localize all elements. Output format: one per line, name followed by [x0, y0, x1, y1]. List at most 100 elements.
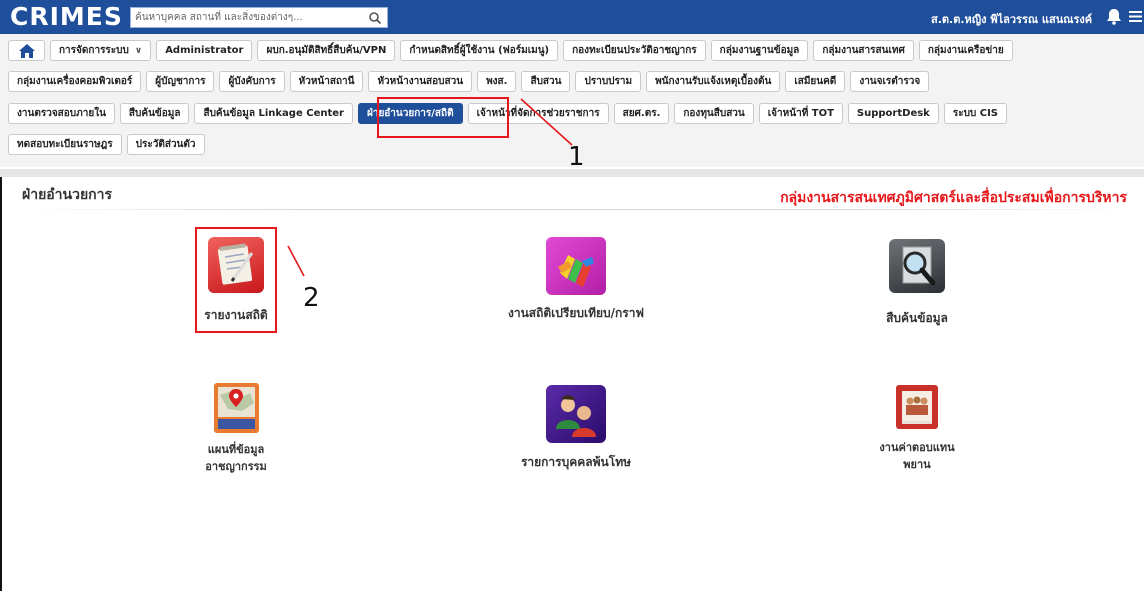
nav-row-2: กลุ่มงานเครื่องคอมพิวเตอร์ ผู้บัญชาการ ผู้…	[8, 71, 930, 92]
nav-button[interactable]: หัวหน้างานสอบสวน	[368, 71, 473, 92]
home-icon	[18, 43, 35, 58]
nav-button-label: หัวหน้าสถานี	[298, 76, 355, 87]
title-rule	[22, 209, 1132, 210]
tile-search-data[interactable]: สืบค้นข้อมูล	[862, 239, 972, 328]
nav-button[interactable]: เจ้าหน้าที่จัดการช่วยราชการ	[467, 103, 609, 124]
user-name[interactable]: ส.ต.ต.หญิง พิไลวรรณ แสนณรงค์	[931, 10, 1092, 28]
nav-button-label: เจ้าหน้าที่ TOT	[767, 108, 834, 119]
nav-button[interactable]: ฝ่ายอำนวยการ/สถิติ	[357, 103, 463, 124]
nav-button[interactable]: ทดสอบทะเบียนราษฎร	[8, 134, 122, 155]
nav-button[interactable]: เสมียนคดี	[785, 71, 846, 92]
nav-button-label: กลุ่มงานเครือข่าย	[927, 45, 1004, 56]
home-button[interactable]	[8, 40, 45, 61]
nav-button[interactable]: เจ้าหน้าที่ TOT	[758, 103, 843, 124]
tile-crime-map[interactable]: แผนที่ข้อมูล อาชญากรรม	[192, 383, 280, 475]
bell-icon[interactable]	[1106, 8, 1122, 25]
tile-statistics-report[interactable]: รายงานสถิติ	[196, 237, 276, 325]
nav-button[interactable]: หัวหน้าสถานี	[289, 71, 364, 92]
hamburger-menu-icon[interactable]	[1129, 10, 1142, 23]
tile-label[interactable]: งานค่าตอบแทน พยาน	[879, 439, 954, 473]
nav-button[interactable]: ผู้บัญชาการ	[146, 71, 215, 92]
nav-button-label: ปราบปราม	[584, 76, 633, 87]
tile-label[interactable]: รายงานสถิติ	[204, 306, 267, 325]
nav-button-label: เสมียนคดี	[794, 76, 837, 87]
nav-button-label: หัวหน้างานสอบสวน	[377, 76, 464, 87]
nav-button-label: กำหนดสิทธิ์ผู้ใช้งาน (ฟอร์มเมนู)	[409, 45, 550, 56]
tile-label[interactable]: รายการบุคคลพ้นโทษ	[521, 453, 631, 472]
top-bar: CRIMES ส.ต.ต.หญิง พิไลวรรณ แสนณรงค์	[0, 0, 1144, 34]
tile-label[interactable]: แผนที่ข้อมูล อาชญากรรม	[205, 441, 267, 475]
nav-row-1: การจัดการระบบ ∨ Administrator ผบก.อนุมัติสิ…	[8, 40, 1013, 61]
nav-button[interactable]: การจัดการระบบ ∨	[50, 40, 152, 61]
released-persons-icon	[546, 385, 606, 443]
callout-number-2: 2	[303, 283, 320, 313]
nav-button[interactable]: งานจเรตำรวจ	[850, 71, 930, 92]
nav-button-label: ผบก.อนุมัติสิทธิ์สืบค้น/VPN	[266, 45, 387, 56]
witness-compensation-icon	[896, 385, 938, 429]
report-notepad-icon	[208, 237, 264, 293]
tile-statistics-graph[interactable]: งานสถิติเปรียบเทียบ/กราฟ	[486, 237, 666, 323]
app-logo[interactable]: CRIMES	[10, 3, 123, 31]
left-border	[0, 177, 2, 591]
crime-map-icon	[213, 383, 259, 433]
nav-button[interactable]: SupportDesk	[847, 103, 939, 124]
nav-button-label: กองทุนสืบสวน	[683, 108, 745, 119]
nav-row-4: ทดสอบทะเบียนราษฎร ประวัติส่วนตัว	[8, 134, 205, 155]
nav-button[interactable]: สืบสวน	[521, 71, 571, 92]
nav-button[interactable]: ประวัติส่วนตัว	[126, 134, 205, 155]
tile-label-line2: พยาน	[903, 458, 931, 471]
nav-button-label: การจัดการระบบ	[59, 45, 129, 56]
nav-button[interactable]: กองทุนสืบสวน	[674, 103, 754, 124]
nav-button-label: พนักงานรับแจ้งเหตุเบื้องต้น	[655, 76, 772, 87]
nav-button[interactable]: ผู้บังคับการ	[219, 71, 285, 92]
nav-button-label: พงส.	[486, 76, 508, 87]
nav-button[interactable]: พนักงานรับแจ้งเหตุเบื้องต้น	[646, 71, 781, 92]
tile-label-line1: งานค่าตอบแทน	[879, 441, 955, 454]
nav-button-label: กองทะเบียนประวัติอาชญากร	[572, 45, 697, 56]
nav-button-label: ประวัติส่วนตัว	[135, 139, 196, 150]
magnifier-search-icon	[889, 239, 945, 293]
tile-released-persons[interactable]: รายการบุคคลพ้นโทษ	[486, 385, 666, 472]
nav-row-3: งานตรวจสอบภายใน สืบค้นข้อมูล สืบค้นข้อมูล …	[8, 103, 1008, 124]
nav-button[interactable]: กำหนดสิทธิ์ผู้ใช้งาน (ฟอร์มเมนู)	[400, 40, 559, 61]
nav-button-label: ผู้บัญชาการ	[155, 76, 206, 87]
nav-button[interactable]: กลุ่มงานเครือข่าย	[918, 40, 1013, 61]
nav-button[interactable]: กลุ่มงานสารสนเทศ	[813, 40, 914, 61]
nav-button[interactable]: สยศ.ตร.	[613, 103, 670, 124]
nav-button[interactable]: ผบก.อนุมัติสิทธิ์สืบค้น/VPN	[257, 40, 396, 61]
tile-label[interactable]: สืบค้นข้อมูล	[886, 309, 948, 328]
nav-button-label: งานจเรตำรวจ	[859, 76, 921, 87]
nav-button[interactable]: กองทะเบียนประวัติอาชญากร	[563, 40, 706, 61]
page-subtitle: กลุ่มงานสารสนเทศภูมิศาสตร์และสื่อประสมเพ…	[780, 190, 1127, 206]
nav-button[interactable]: Administrator	[156, 40, 253, 61]
nav-button-label: ระบบ CIS	[952, 108, 999, 119]
callout-number-1: 1	[568, 142, 585, 172]
nav-button[interactable]: ระบบ CIS	[943, 103, 1008, 124]
nav-button-label: ทดสอบทะเบียนราษฎร	[17, 139, 113, 150]
nav-button[interactable]: สืบค้นข้อมูล	[119, 103, 190, 124]
search-icon[interactable]	[368, 11, 382, 25]
tile-label[interactable]: งานสถิติเปรียบเทียบ/กราฟ	[508, 304, 644, 323]
chevron-down-icon: ∨	[134, 45, 143, 56]
nav-button-label: สยศ.ตร.	[622, 108, 661, 119]
page-title: ฝ่ายอำนวยการ	[22, 187, 113, 203]
nav-button-label: Administrator	[165, 45, 244, 56]
tile-witness-compensation[interactable]: งานค่าตอบแทน พยาน	[862, 385, 972, 473]
nav-button-label: กลุ่มงานฐานข้อมูล	[719, 45, 800, 56]
nav-button[interactable]: พงส.	[477, 71, 517, 92]
search-box[interactable]	[130, 7, 388, 28]
search-input[interactable]	[131, 8, 361, 27]
nav-button-label: ผู้บังคับการ	[228, 76, 276, 87]
nav-button[interactable]: กลุ่มงานเครื่องคอมพิวเตอร์	[8, 71, 142, 92]
nav-button[interactable]: ปราบปราม	[575, 71, 642, 92]
nav-button-label: สืบสวน	[530, 76, 562, 87]
nav-button[interactable]: งานตรวจสอบภายใน	[8, 103, 115, 124]
nav-button-label: งานตรวจสอบภายใน	[17, 108, 106, 119]
nav-button-label: ฝ่ายอำนวยการ/สถิติ	[366, 108, 454, 119]
nav-button[interactable]: กลุ่มงานฐานข้อมูล	[710, 40, 809, 61]
nav-button-label: กลุ่มงานสารสนเทศ	[822, 45, 905, 56]
nav-button-label: กลุ่มงานเครื่องคอมพิวเตอร์	[17, 76, 133, 87]
nav-button-label: สืบค้นข้อมูล	[128, 108, 181, 119]
nav-button-label: เจ้าหน้าที่จัดการช่วยราชการ	[476, 108, 600, 119]
nav-button[interactable]: สืบค้นข้อมูล Linkage Center	[194, 103, 353, 124]
